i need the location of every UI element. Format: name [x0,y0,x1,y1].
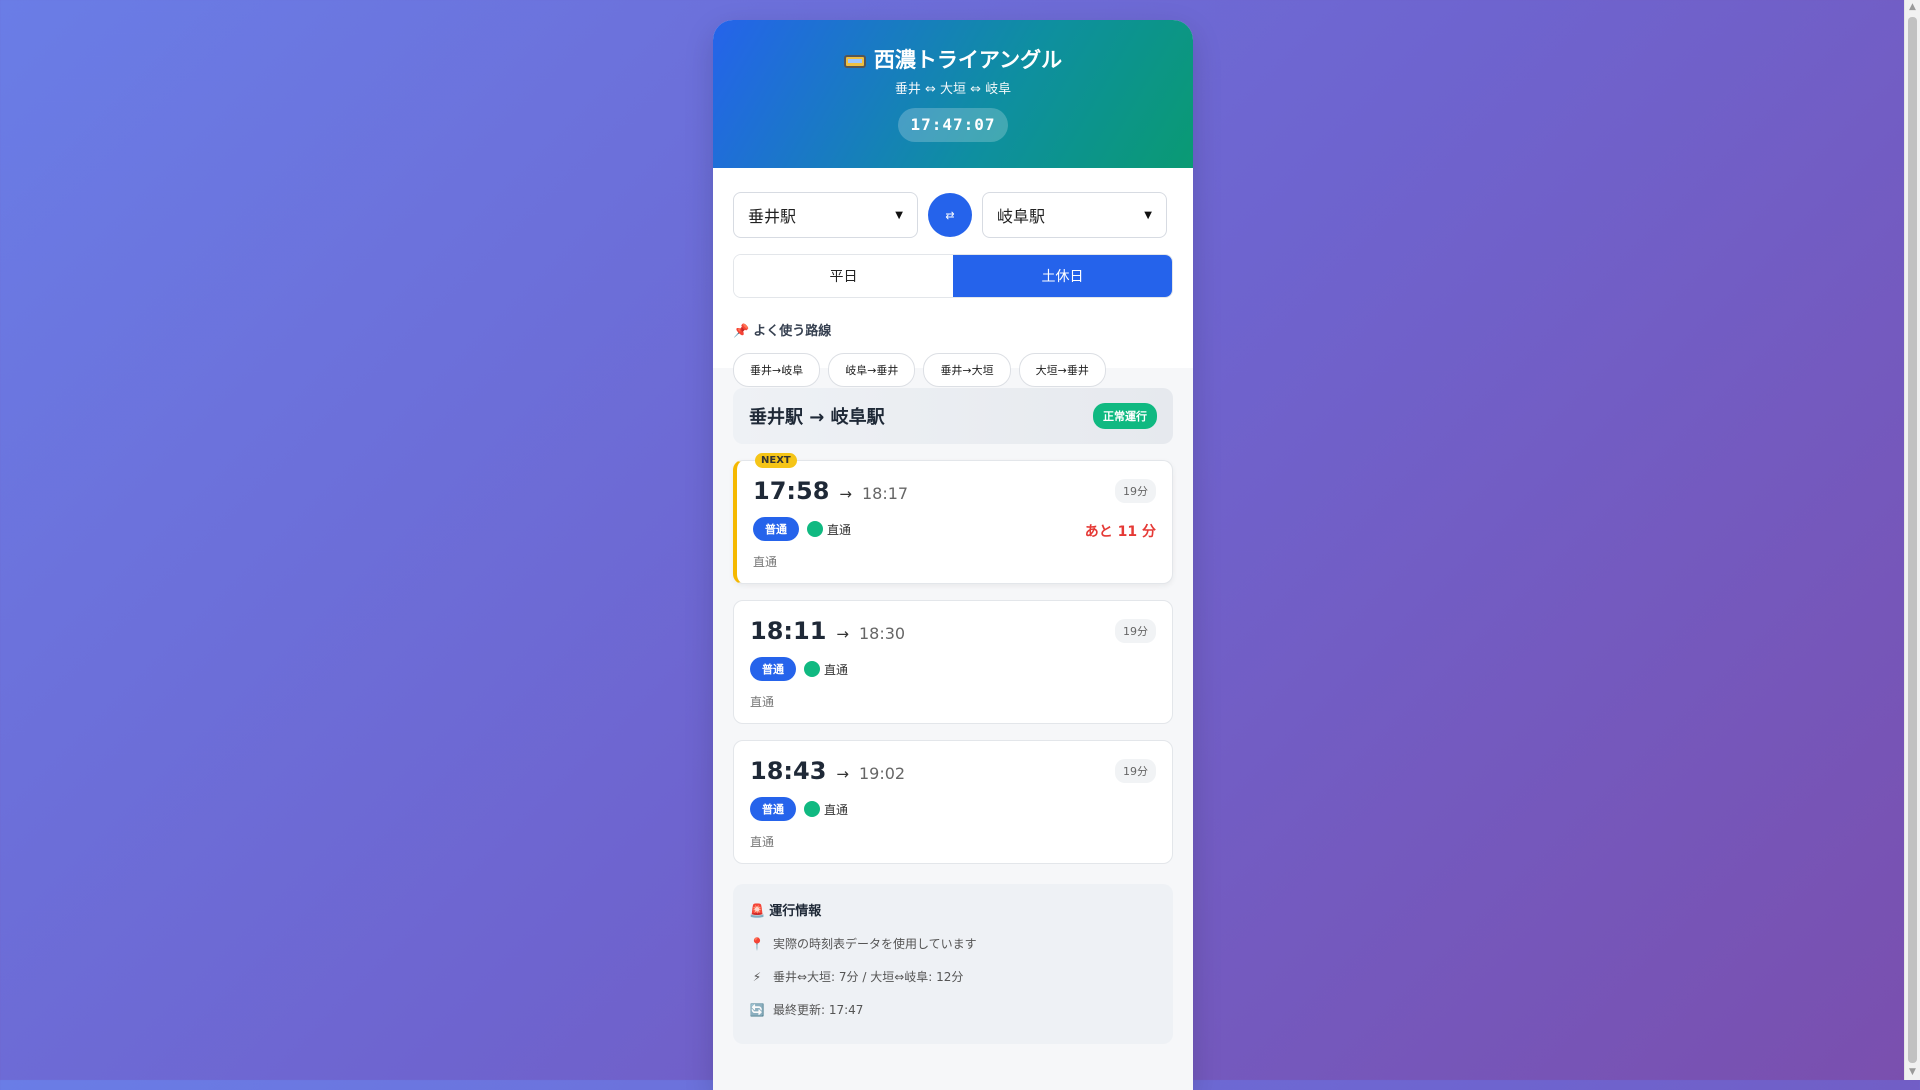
next-badge: NEXT [755,453,797,468]
departure-time: 17:58 [753,477,830,505]
train-type-badge: 普通 [750,657,796,681]
service-info-heading: 🚨 運行情報 [749,900,1157,919]
favorite-chip-tarui-ogaki[interactable]: 垂井→大垣 [923,353,1011,387]
from-station-value: 垂井駅 [748,207,797,226]
green-dot-icon [804,661,820,677]
info-line: 📍 実際の時刻表データを使用しています [749,935,1157,952]
service-info-title: 運行情報 [769,904,822,919]
route-title: 垂井駅 → 岐阜駅 [749,407,885,428]
train-note: 直通 [750,835,775,849]
time-row: 18:11 → 18:30 [750,617,1156,645]
siren-icon: 🚨 [749,904,766,919]
station-selector-row: 垂井駅 ▼ ⇄ 岐阜駅 ▼ [733,192,1173,238]
results-section: 垂井駅 → 岐阜駅 正常運行 NEXT 17:58 → 18:17 19分 普通… [713,368,1193,1044]
time-row: 17:58 → 18:17 [753,477,1156,505]
from-station-select[interactable]: 垂井駅 ▼ [733,192,918,238]
arrival-time: 18:17 [861,484,909,503]
favorite-chip-tarui-gifu[interactable]: 垂井→岐阜 [733,353,821,387]
time-row: 18:43 → 19:02 [750,757,1156,785]
swap-stations-button[interactable]: ⇄ [928,193,972,237]
scroll-up-arrow-icon[interactable]: ▲ [1905,0,1920,15]
train-type-badge: 普通 [750,797,796,821]
arrow-right-icon: → [839,485,852,503]
green-dot-icon [807,521,823,537]
service-info-panel: 🚨 運行情報 📍 実際の時刻表データを使用しています ⚡ 垂井⇔大垣: 7分 / 大垣… [733,884,1173,1044]
direct-label: 直通 [824,802,849,817]
arrival-time: 19:02 [858,764,906,783]
train-note: 直通 [753,555,778,569]
chevron-down-icon: ▼ [1144,209,1152,221]
route-header: 垂井駅 → 岐阜駅 正常運行 [733,388,1173,444]
pushpin-icon: 📌 [733,324,750,339]
train-card[interactable]: 18:11 → 18:30 19分 普通 直通 直通 [733,600,1173,724]
info-text: 実際の時刻表データを使用しています [773,937,977,951]
scroll-down-arrow-icon[interactable]: ▼ [1905,1065,1920,1080]
direct-label: 直通 [827,522,852,537]
favorites-heading-text: よく使う路線 [753,324,832,339]
tab-holiday[interactable]: 土休日 [953,255,1172,297]
info-line: ⚡ 垂井⇔大垣: 7分 / 大垣⇔岐阜: 12分 [749,968,1157,985]
train-tags: 普通 直通 [750,657,1156,681]
favorite-chip-ogaki-tarui[interactable]: 大垣→垂井 [1018,353,1106,387]
duration-badge: 19分 [1115,619,1156,643]
info-text: 垂井⇔大垣: 7分 / 大垣⇔岐阜: 12分 [773,970,964,984]
direct-label: 直通 [824,662,849,677]
app-container: 西濃トライアングル 垂井 ⇔ 大垣 ⇔ 岐阜 17:47:07 垂井駅 ▼ ⇄ … [713,20,1193,1090]
to-station-select[interactable]: 岐阜駅 ▼ [982,192,1167,238]
chevron-down-icon: ▼ [895,209,903,221]
info-line: 🔄 最終更新: 17:47 [749,1001,1157,1018]
day-type-toggle: 平日 土休日 [733,254,1173,298]
arrow-right-icon: → [836,625,849,643]
current-time-clock: 17:47:07 [898,108,1008,142]
duration-badge: 19分 [1115,479,1156,503]
route-subtitle: 垂井 ⇔ 大垣 ⇔ 岐阜 [894,82,1012,97]
arrow-right-icon: → [836,765,849,783]
train-note: 直通 [750,695,775,709]
arrival-time: 18:30 [858,624,906,643]
favorites-heading: 📌 よく使う路線 [733,320,1173,339]
green-dot-icon [804,801,820,817]
favorite-chip-gifu-tarui[interactable]: 岐阜→垂井 [828,353,916,387]
departure-time: 18:43 [750,757,827,785]
train-tags: 普通 直通 [750,797,1156,821]
controls-panel: 垂井駅 ▼ ⇄ 岐阜駅 ▼ 平日 土休日 📌 よく使う路線 垂井→岐阜 岐阜→垂井… [713,168,1193,387]
scrollbar-thumb[interactable] [1908,17,1917,1063]
info-text: 最終更新: 17:47 [773,1003,864,1017]
status-badge: 正常運行 [1093,403,1157,429]
page-scrollbar[interactable]: ▲ ▼ [1904,0,1920,1080]
swap-icon: ⇄ [945,209,955,222]
train-icon [843,55,866,68]
app-title: 西濃トライアングル [713,44,1193,74]
refresh-icon: 🔄 [749,1003,765,1017]
tab-weekday[interactable]: 平日 [734,255,953,297]
pin-icon: 📍 [749,937,765,951]
train-card[interactable]: 18:43 → 19:02 19分 普通 直通 直通 [733,740,1173,864]
train-card-next[interactable]: NEXT 17:58 → 18:17 19分 普通 直通 あと 11 分 直通 [733,453,1173,584]
countdown: あと 11 分 [1084,524,1156,540]
train-type-badge: 普通 [753,517,799,541]
header: 西濃トライアングル 垂井 ⇔ 大垣 ⇔ 岐阜 17:47:07 [713,20,1193,168]
to-station-value: 岐阜駅 [997,207,1046,226]
departure-time: 18:11 [750,617,827,645]
app-title-text: 西濃トライアングル [873,48,1063,72]
lightning-icon: ⚡ [752,970,762,984]
duration-badge: 19分 [1115,759,1156,783]
